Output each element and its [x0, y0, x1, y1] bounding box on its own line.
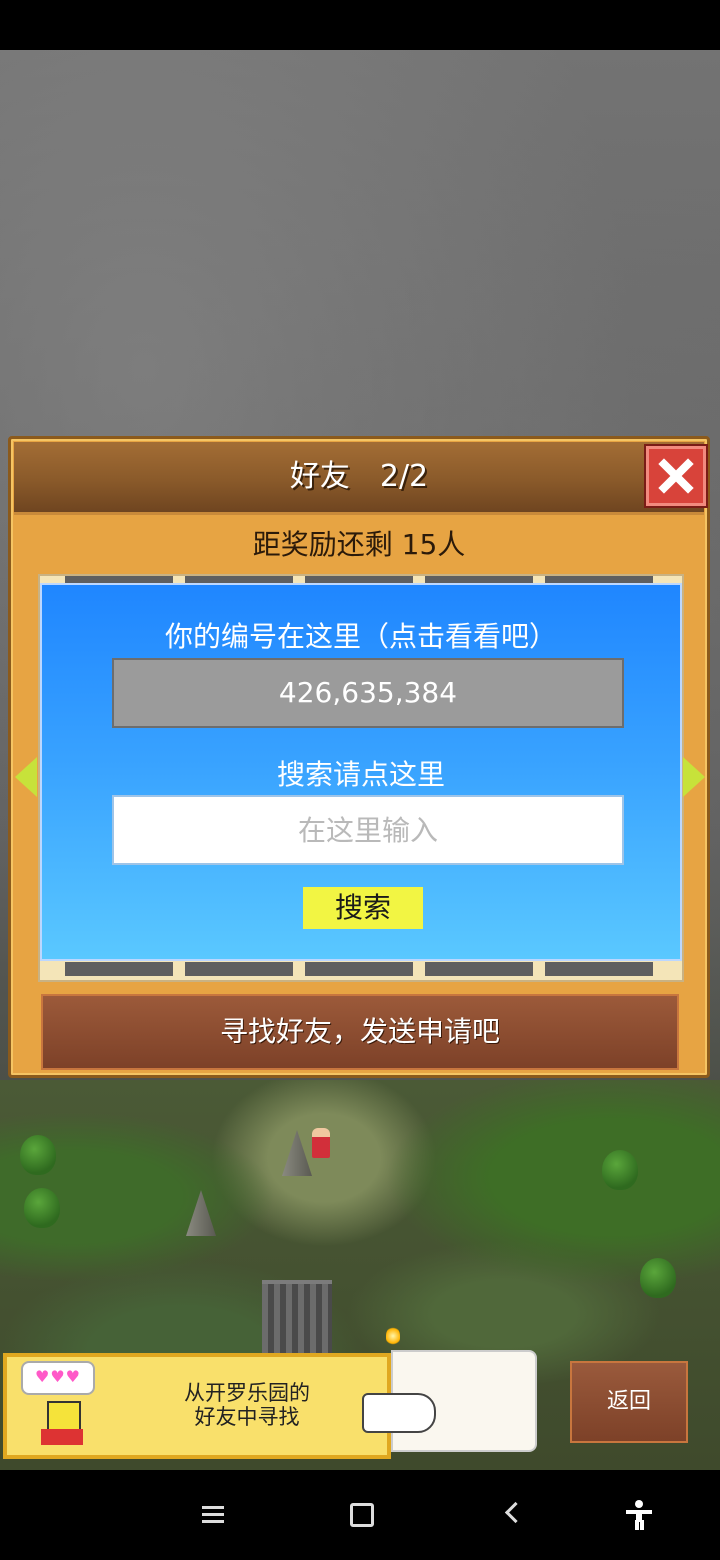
- torch: [386, 1326, 400, 1346]
- id-label: 你的编号在这里（点击看看吧）: [164, 620, 557, 653]
- menu-icon[interactable]: [200, 1500, 230, 1530]
- park-gate: [262, 1280, 332, 1364]
- search-input[interactable]: [112, 795, 624, 865]
- back-button[interactable]: 返回: [570, 1361, 688, 1443]
- arrow-right-icon[interactable]: [683, 757, 705, 797]
- find-friends-button[interactable]: 寻找好友，发送申请吧: [41, 994, 679, 1070]
- friend-search-panel: 你的编号在这里（点击看看吧） 426,635,384 搜索请点这里 搜索: [40, 583, 682, 961]
- reward-remaining-text: 距奖励还剩 15人: [252, 528, 466, 561]
- home-icon[interactable]: [348, 1500, 378, 1530]
- search-button[interactable]: 搜索: [303, 887, 423, 929]
- system-nav-bar: [0, 1470, 720, 1560]
- hand-pointer-icon: [362, 1393, 436, 1433]
- avatar-body: [41, 1429, 83, 1445]
- tree: [24, 1188, 60, 1228]
- player-id-box[interactable]: 426,635,384: [112, 658, 624, 728]
- tree: [602, 1150, 638, 1190]
- avatar: ♥♥♥: [17, 1361, 97, 1449]
- tree: [640, 1258, 676, 1298]
- dialog-title: 好友 2/2: [289, 459, 429, 494]
- character-sprite: [312, 1128, 330, 1158]
- accessibility-icon[interactable]: [624, 1500, 654, 1530]
- friends-dialog: 好友 2/2 距奖励还剩 15人 你的编号在这里（点击看看吧） 426,635,…: [8, 436, 710, 1078]
- close-button[interactable]: [646, 446, 706, 506]
- tab-strip-bottom: [65, 962, 657, 976]
- kairo-park-friends-banner[interactable]: ♥♥♥ 从开罗乐园的 好友中寻找: [3, 1353, 436, 1459]
- hearts-bubble: ♥♥♥: [21, 1361, 95, 1395]
- tree: [20, 1135, 56, 1175]
- banner-text: 从开罗乐园的 好友中寻找: [184, 1381, 310, 1429]
- back-icon[interactable]: [500, 1500, 530, 1530]
- search-label: 搜索请点这里: [276, 758, 445, 791]
- dialog-header: 好友 2/2: [14, 442, 706, 515]
- arrow-left-icon[interactable]: [15, 757, 37, 797]
- status-bar: [0, 0, 720, 50]
- avatar-head: [47, 1401, 81, 1431]
